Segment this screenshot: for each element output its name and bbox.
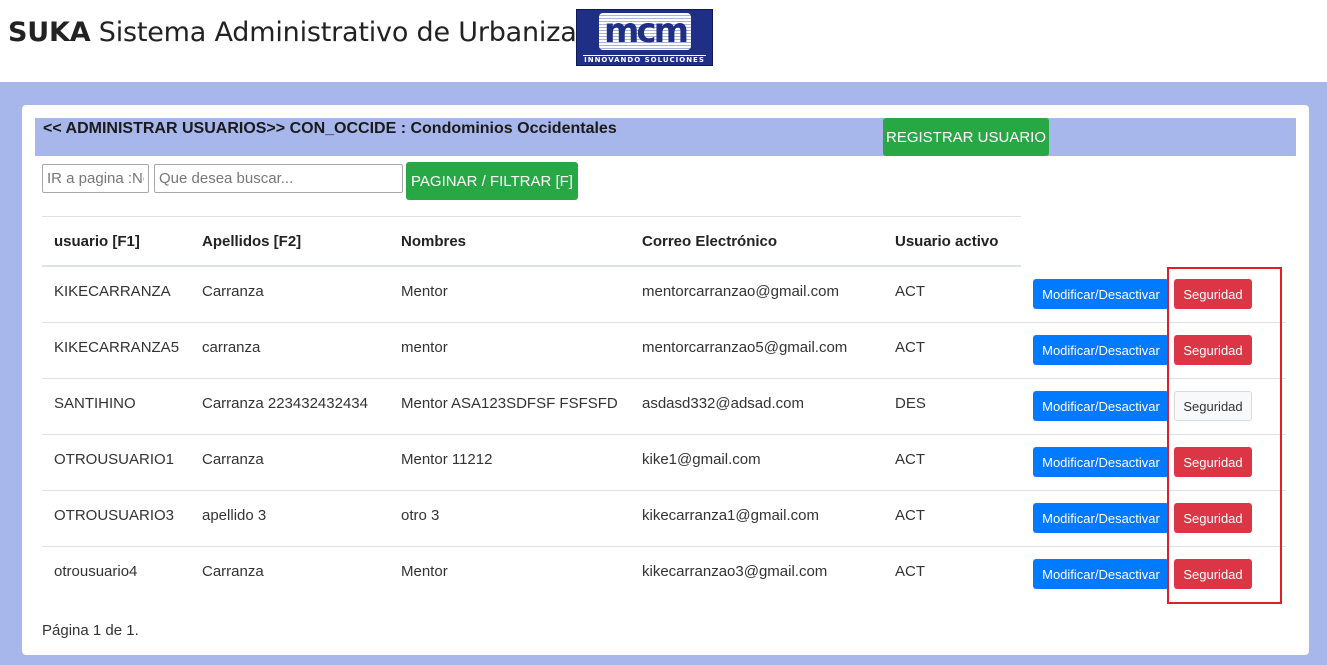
cell-correo: kikecarranzao3@gmail.com (642, 563, 828, 580)
security-button[interactable]: Seguridad (1174, 503, 1252, 533)
cell-correo: asdasd332@adsad.com (642, 395, 804, 412)
row-divider (42, 434, 1286, 435)
cell-nombres: Mentor ASA123SDFSF FSFSFD (401, 395, 618, 412)
security-button[interactable]: Seguridad (1174, 335, 1252, 365)
logo-mark: mcm (599, 13, 691, 50)
cell-usuario: KIKECARRANZA5 (54, 339, 180, 356)
column-header-nombres: Nombres (401, 233, 467, 250)
column-header-apellidos[interactable]: Apellidos [F2] (202, 233, 301, 251)
cell-activo: ACT (895, 339, 925, 356)
pagination-status: Página 1 de 1. (42, 622, 139, 639)
cell-nombres: otro 3 (401, 507, 440, 524)
logo-text: mcm (603, 13, 689, 50)
modify-deactivate-button[interactable]: Modificar/Desactivar (1033, 335, 1169, 365)
modify-deactivate-button[interactable]: Modificar/Desactivar (1033, 279, 1169, 309)
row-divider (42, 490, 1286, 491)
cell-nombres: mentor (401, 339, 448, 356)
paginate-filter-button[interactable]: PAGINAR / FILTRAR [F] (406, 162, 578, 200)
column-header-correo: Correo Electrónico (642, 233, 778, 250)
cell-usuario: OTROUSUARIO1 (54, 451, 175, 468)
search-input[interactable] (154, 164, 403, 193)
cell-apellidos: Carranza (202, 451, 264, 468)
top-header: SUKA Sistema Administrativo de Urbanizac… (0, 0, 1327, 82)
cell-correo: mentorcarranzao@gmail.com (642, 283, 839, 300)
row-divider (42, 378, 1286, 379)
column-header-usuario[interactable]: usuario [F1] (54, 233, 140, 251)
app-title-bold: SUKA (8, 17, 91, 48)
logo-tagline: INNOVANDO SOLUCIONES (584, 56, 705, 64)
cell-apellidos: Carranza (202, 563, 264, 580)
cell-correo: kike1@gmail.com (642, 451, 761, 468)
cell-apellidos: carranza (202, 339, 261, 356)
cell-correo: kikecarranza1@gmail.com (642, 507, 819, 524)
page-number-input[interactable] (42, 164, 149, 193)
cell-activo: ACT (895, 283, 925, 300)
panel-title: << ADMINISTRAR USUARIOS>> CON_OCCIDE : C… (43, 120, 617, 137)
cell-usuario: SANTIHINO (54, 395, 136, 412)
cell-activo: ACT (895, 451, 925, 468)
cell-activo: DES (895, 395, 926, 412)
modify-deactivate-button[interactable]: Modificar/Desactivar (1033, 447, 1169, 477)
modify-deactivate-button[interactable]: Modificar/Desactivar (1033, 391, 1169, 421)
table-top-border (42, 216, 1021, 217)
cell-activo: ACT (895, 507, 925, 524)
column-header-activo: Usuario activo (895, 233, 999, 250)
cell-nombres: Mentor (401, 283, 448, 300)
modify-deactivate-button[interactable]: Modificar/Desactivar (1033, 503, 1169, 533)
cell-nombres: Mentor 11212 (401, 451, 493, 468)
cell-nombres: Mentor (401, 563, 448, 580)
cell-apellidos: Carranza (202, 283, 264, 300)
security-button[interactable]: Seguridad (1174, 447, 1252, 477)
cell-usuario: OTROUSUARIO3 (54, 507, 175, 524)
cell-usuario: otrousuario4 (54, 563, 138, 580)
cell-correo: mentorcarranzao5@gmail.com (642, 339, 848, 356)
security-button[interactable]: Seguridad (1174, 279, 1252, 309)
app-title: SUKA Sistema Administrativo de Urbanizac… (8, 17, 662, 49)
security-button[interactable]: Seguridad (1174, 391, 1252, 421)
cell-usuario: KIKECARRANZA (54, 283, 171, 300)
company-logo: mcm INNOVANDO SOLUCIONES (576, 9, 713, 66)
modify-deactivate-button[interactable]: Modificar/Desactivar (1033, 559, 1169, 589)
table-header-border (42, 265, 1021, 267)
cell-apellidos: Carranza 223432432434 (202, 395, 368, 412)
row-divider (42, 546, 1286, 547)
register-user-button[interactable]: REGISTRAR USUARIO (883, 118, 1049, 156)
row-divider (42, 322, 1286, 323)
security-button[interactable]: Seguridad (1174, 559, 1252, 589)
cell-activo: ACT (895, 563, 925, 580)
cell-apellidos: apellido 3 (202, 507, 267, 524)
